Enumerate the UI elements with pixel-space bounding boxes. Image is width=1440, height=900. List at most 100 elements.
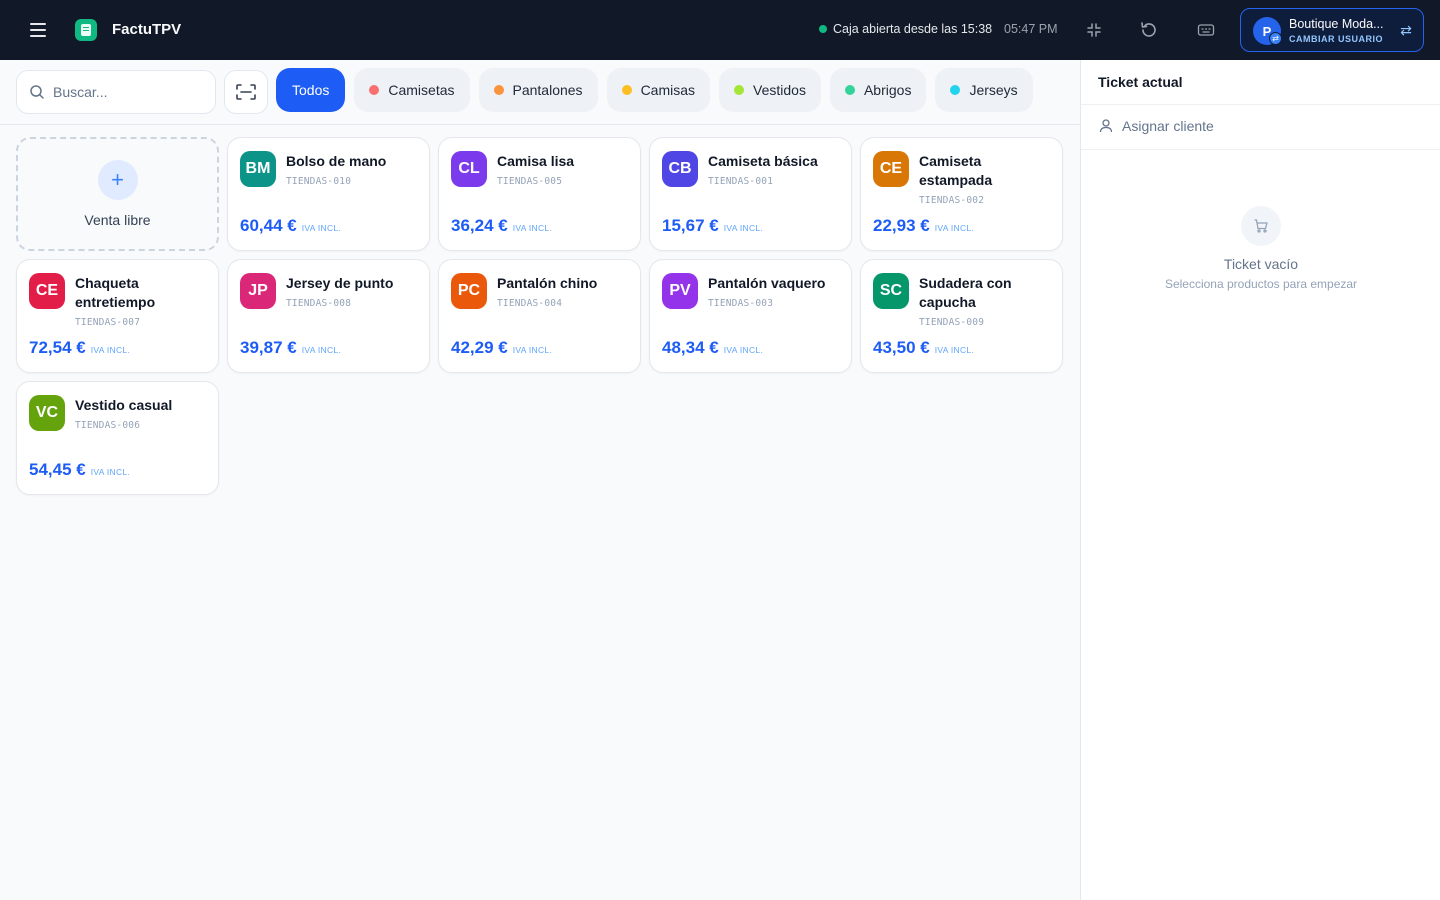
search-icon: [30, 85, 44, 99]
refresh-icon[interactable]: [1137, 18, 1161, 42]
keyboard-icon[interactable]: [1194, 18, 1218, 42]
divider: [1081, 149, 1440, 150]
product-sku: TIENDAS-004: [497, 298, 563, 309]
product-name: Pantalón chino: [497, 275, 598, 291]
price-row: 15,67 € IVA INCL.: [662, 216, 763, 236]
product-initials-badge: CB: [662, 151, 698, 187]
menu-icon[interactable]: [26, 18, 50, 42]
product-card[interactable]: VC Vestido casual TIENDAS-006 54,45 € IVA IN…: [16, 381, 219, 495]
product-name: Camisa lisa: [497, 153, 575, 169]
switch-badge-icon: ⇄: [1269, 32, 1282, 45]
tax-included-label: IVA INCL.: [512, 223, 553, 233]
scan-icon: [236, 84, 256, 100]
category-color-dot: [621, 85, 632, 95]
product-card[interactable]: BM Bolso de mano TIENDAS-010 60,44 € IVA INC…: [227, 137, 430, 251]
product-name: Sudadera con capucha: [919, 275, 1012, 310]
product-price: 15,67 €: [662, 216, 719, 235]
category-color-dot: [950, 85, 961, 95]
search-input[interactable]: [53, 84, 203, 100]
product-price: 43,50 €: [873, 338, 930, 357]
product-sku: TIENDAS-007: [75, 317, 141, 328]
product-price: 60,44 €: [240, 216, 297, 235]
product-initials-badge: PC: [451, 273, 487, 309]
product-name: Vestido casual: [75, 397, 173, 413]
product-sku: TIENDAS-003: [708, 298, 774, 309]
category-chip-camisas[interactable]: Camisas: [606, 68, 711, 112]
price-row: 48,34 € IVA INCL.: [662, 338, 763, 358]
product-card[interactable]: PC Pantalón chino TIENDAS-004 42,29 € IVA IN…: [438, 259, 641, 373]
tax-included-label: IVA INCL.: [90, 345, 131, 355]
product-card[interactable]: CL Camisa lisa TIENDAS-005 36,24 € IVA INCL.: [438, 137, 641, 251]
product-name: Camiseta estampada: [919, 153, 993, 188]
status-dot: [819, 25, 827, 33]
product-info: Bolso de mano TIENDAS-010: [286, 152, 424, 191]
change-user-label: CAMBIAR USUARIO: [1289, 34, 1383, 44]
category-chip-label: Jerseys: [969, 82, 1018, 98]
product-price: 72,54 €: [29, 338, 86, 357]
product-sku: TIENDAS-006: [75, 420, 141, 431]
product-card[interactable]: JP Jersey de punto TIENDAS-008 39,87 € IVA I…: [227, 259, 430, 373]
price-row: 43,50 € IVA INCL.: [873, 338, 974, 358]
product-sku: TIENDAS-008: [286, 298, 352, 309]
category-chip-vestidos[interactable]: Vestidos: [719, 68, 821, 112]
switch-user-button[interactable]: P ⇄ Boutique Moda... CAMBIAR USUARIO ⇄: [1240, 8, 1424, 52]
search-box: [16, 70, 216, 114]
product-sku: TIENDAS-001: [708, 176, 774, 187]
category-chip-label: Camisas: [640, 82, 696, 98]
tax-included-label: IVA INCL.: [723, 223, 764, 233]
free-sale-card[interactable]: + Venta libre: [16, 137, 219, 251]
category-color-dot: [369, 85, 380, 95]
category-chip-todos[interactable]: Todos: [276, 68, 346, 112]
register-status-text: Caja abierta desde las 15:38: [833, 22, 993, 36]
cart-icon: [1241, 206, 1281, 246]
app-logo-icon: [75, 19, 97, 41]
category-color-dot: [734, 85, 745, 95]
product-card[interactable]: PV Pantalón vaquero TIENDAS-003 48,34 € IVA …: [649, 259, 852, 373]
price-row: 39,87 € IVA INCL.: [240, 338, 341, 358]
assign-customer-button[interactable]: Asignar cliente: [1098, 118, 1214, 134]
tax-included-label: IVA INCL.: [934, 223, 975, 233]
switch-user-icon: ⇄: [1400, 22, 1412, 38]
product-card[interactable]: CB Camiseta básica TIENDAS-001 15,67 € IVA I…: [649, 137, 852, 251]
price-row: 36,24 € IVA INCL.: [451, 216, 552, 236]
category-chip-jerseys[interactable]: Jerseys: [935, 68, 1033, 112]
product-info: Camiseta estampada TIENDAS-002: [919, 152, 1057, 210]
product-price: 54,45 €: [29, 460, 86, 479]
tax-included-label: IVA INCL.: [301, 223, 342, 233]
app-title: FactuTPV: [112, 21, 182, 38]
fullscreen-icon[interactable]: [1082, 18, 1106, 42]
ticket-title: Ticket actual: [1098, 74, 1183, 90]
product-price: 42,29 €: [451, 338, 508, 357]
empty-ticket-subtitle: Selecciona productos para empezar: [1164, 277, 1358, 291]
product-initials-badge: CE: [873, 151, 909, 187]
product-card[interactable]: SC Sudadera con capucha TIENDAS-009 43,50 €…: [860, 259, 1063, 373]
ticket-panel: Ticket actual Asignar cliente Ticket vac…: [1080, 60, 1440, 900]
product-name: Jersey de punto: [286, 275, 394, 291]
product-name: Bolso de mano: [286, 153, 387, 169]
product-info: Vestido casual TIENDAS-006: [75, 396, 213, 435]
product-card[interactable]: CE Camiseta estampada TIENDAS-002 22,93 € IV…: [860, 137, 1063, 251]
category-chip-camisetas[interactable]: Camisetas: [354, 68, 470, 112]
product-sku: TIENDAS-005: [497, 176, 563, 187]
price-row: 42,29 € IVA INCL.: [451, 338, 552, 358]
product-info: Sudadera con capucha TIENDAS-009: [919, 274, 1057, 332]
scan-button[interactable]: [224, 70, 268, 114]
tax-included-label: IVA INCL.: [934, 345, 975, 355]
filter-bar: Todos Camisetas Pantalones Camisas Vestidos A…: [0, 60, 1080, 125]
tax-included-label: IVA INCL.: [301, 345, 342, 355]
category-chip-label: Pantalones: [512, 82, 583, 98]
user-icon: [1099, 119, 1113, 133]
product-price: 22,93 €: [873, 216, 930, 235]
product-card[interactable]: CE Chaqueta entretiempo TIENDAS-007 72,54 €…: [16, 259, 219, 373]
product-initials-badge: BM: [240, 151, 276, 187]
empty-ticket-title: Ticket vacío: [1223, 256, 1299, 272]
product-info: Camisa lisa TIENDAS-005: [497, 152, 635, 191]
price-row: 72,54 € IVA INCL.: [29, 338, 130, 358]
product-name: Pantalón vaquero: [708, 275, 826, 291]
assign-customer-label: Asignar cliente: [1122, 118, 1214, 134]
category-chip-pantalones[interactable]: Pantalones: [478, 68, 598, 112]
category-chip-abrigos[interactable]: Abrigos: [829, 68, 927, 112]
category-chip-label: Todos: [292, 82, 330, 98]
product-info: Pantalón chino TIENDAS-004: [497, 274, 635, 313]
top-bar: FactuTPV Caja abierta desde las 15:38 05…: [0, 0, 1440, 60]
